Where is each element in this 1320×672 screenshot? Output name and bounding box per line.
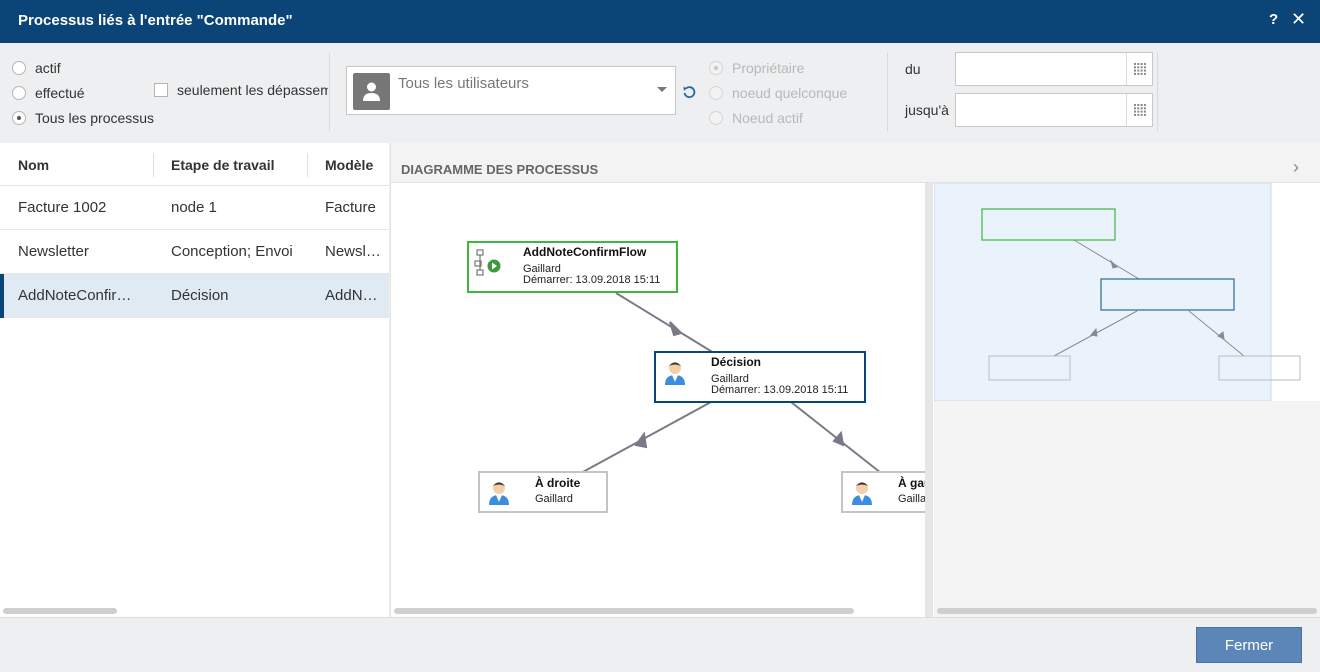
node-decision-title: Décision [711,355,762,369]
calendar-icon[interactable] [1126,94,1152,126]
cell-model: AddNoteConfirmFlow [325,287,381,304]
divider [1157,53,1158,131]
cell-model: Facture [325,199,376,216]
cell-step: Décision [171,287,229,304]
panel-splitter[interactable] [925,183,933,617]
overdue-only-checkbox-row[interactable]: seulement les dépassements [154,82,328,98]
date-from-input[interactable] [955,52,1153,86]
overview-viewport [934,183,1272,401]
diagram-canvas[interactable]: AddNoteConfirmFlow Gaillard Démarrer: 13… [391,183,925,617]
close-button[interactable]: Fermer [1196,627,1302,663]
radio-active-node-label: Noeud actif [732,110,803,126]
edge-arrowhead [669,321,683,337]
calendar-icon[interactable] [1126,53,1152,85]
edge-arrowhead [634,431,648,449]
title-bar: Processus liés à l'entrée "Commande" ? ✕ [0,0,1320,43]
radio-circle[interactable] [709,111,723,125]
radio-actif-label: actif [35,60,61,76]
column-divider[interactable] [153,153,154,177]
radio-circle[interactable] [12,86,26,100]
node-a-droite-user: Gaillard [535,493,573,505]
date-to-label: jusqu'à [905,102,949,118]
radio-circle[interactable] [12,61,26,75]
user-icon [489,482,509,505]
node-start-date: Démarrer: 13.09.2018 15:11 [523,274,661,286]
table-row-selected[interactable]: AddNoteConfirmFlow Décision AddNoteConfi… [0,274,389,318]
radio-circle[interactable] [709,86,723,100]
horizontal-scrollbar[interactable] [3,608,117,614]
node-a-droite[interactable]: À droite Gaillard [478,471,608,513]
node-start[interactable]: AddNoteConfirmFlow Gaillard Démarrer: 13… [467,241,678,293]
radio-all-processes-label: Tous les processus [35,110,155,126]
cell-step: node 1 [171,199,217,216]
filter-bar: actif effectué Tous les processus seulem… [0,43,1320,143]
column-header-name[interactable]: Nom [18,157,49,173]
process-list: Nom Etape de travail Modèle Facture 1002… [0,143,389,617]
overdue-only-label: seulement les dépassements [177,82,328,98]
cell-model: Newsletter [325,243,381,260]
radio-circle[interactable] [709,61,723,75]
user-icon [852,482,872,505]
radio-owner-label: Propriétaire [732,60,805,76]
list-header: Nom Etape de travail Modèle [0,143,389,186]
help-button[interactable]: ? [1269,11,1278,28]
table-row[interactable]: Facture 1002 node 1 Facture [0,186,389,230]
process-diagram-panel: DIAGRAMME DES PROCESSUS › AddNoteConfirm… [390,143,1320,617]
selection-indicator [0,274,4,318]
overview-map [934,183,1320,401]
radio-effectue[interactable]: effectué [12,85,85,101]
date-from-label: du [905,61,921,77]
column-divider[interactable] [307,153,308,177]
node-a-gauche-title: À gauche [898,476,925,490]
radio-any-node[interactable]: noeud quelconque [709,85,847,101]
cell-name: Facture 1002 [18,199,107,216]
diagram-title: DIAGRAMME DES PROCESSUS [401,162,599,177]
column-header-step[interactable]: Etape de travail [171,157,275,173]
cell-name: Newsletter [18,243,89,260]
edge-decision-left [580,401,712,474]
edge-start-decision [615,292,715,354]
chevron-right-icon[interactable]: › [1293,157,1299,178]
window-title: Processus liés à l'entrée "Commande" [18,12,293,29]
refresh-icon[interactable] [681,84,697,100]
diagram-header: DIAGRAMME DES PROCESSUS › [391,143,1320,183]
user-avatar-icon [353,73,390,110]
node-a-gauche[interactable]: À gauche Gaillard [841,471,925,513]
cell-step: Conception; Envoi [171,243,293,260]
horizontal-scrollbar[interactable] [937,608,1317,614]
table-row[interactable]: Newsletter Conception; Envoi Newsletter [0,230,389,274]
cell-name: AddNoteConfirmFlow [18,287,143,304]
node-decision-date: Démarrer: 13.09.2018 15:11 [711,384,849,396]
close-window-button[interactable]: ✕ [1291,9,1306,30]
user-icon [665,362,685,385]
date-to-input[interactable] [955,93,1153,127]
user-select-value: Tous les utilisateurs [398,75,529,92]
edge-arrowhead [832,430,845,447]
radio-any-node-label: noeud quelconque [732,85,848,101]
node-a-gauche-user: Gaillard [898,493,925,505]
radio-active-node[interactable]: Noeud actif [709,110,803,126]
radio-effectue-label: effectué [35,85,85,101]
chevron-down-icon[interactable] [657,87,667,92]
radio-circle[interactable] [12,111,26,125]
node-start-title: AddNoteConfirmFlow [523,245,647,259]
node-decision[interactable]: Décision Gaillard Démarrer: 13.09.2018 1… [654,351,866,403]
user-select[interactable]: Tous les utilisateurs [346,66,676,115]
divider [329,53,330,131]
divider [887,53,888,131]
radio-all-processes[interactable]: Tous les processus [12,110,154,126]
diagram-overview[interactable] [934,183,1320,617]
radio-actif[interactable]: actif [12,60,61,76]
workflow-start-icon [474,249,501,276]
horizontal-scrollbar[interactable] [394,608,854,614]
radio-owner[interactable]: Propriétaire [709,60,804,76]
column-header-model[interactable]: Modèle [325,157,373,173]
node-a-droite-title: À droite [535,476,581,490]
footer: Fermer [0,617,1320,672]
overdue-only-checkbox[interactable] [154,83,168,97]
